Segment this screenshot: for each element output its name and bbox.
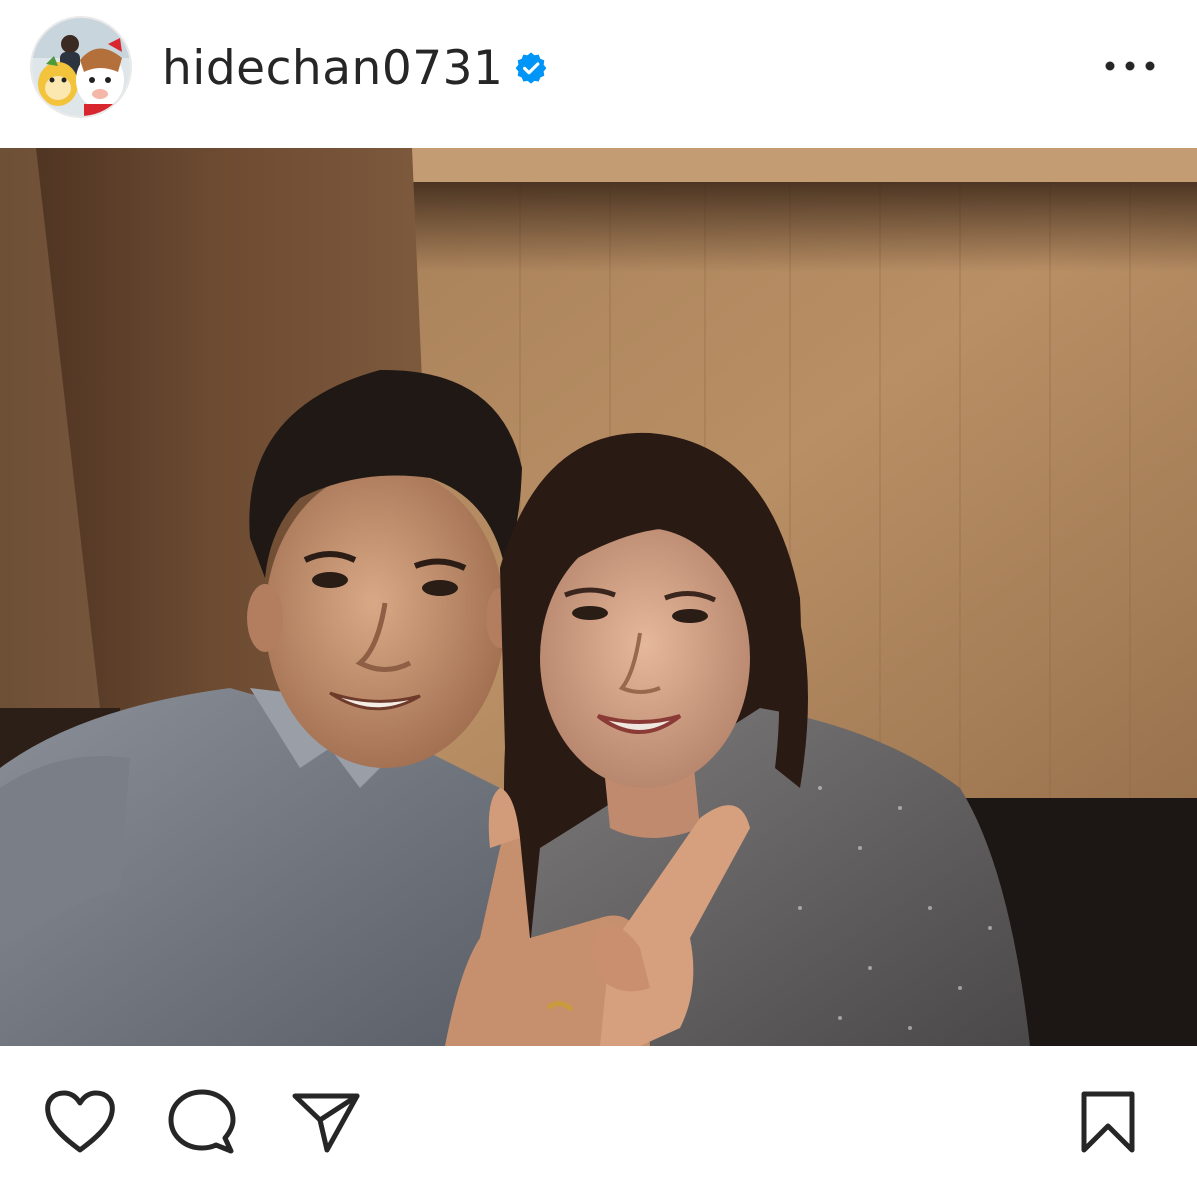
- profile-avatar[interactable]: [32, 18, 130, 116]
- more-options-button[interactable]: [1098, 48, 1162, 84]
- avatar-image: [32, 18, 130, 116]
- post-action-bar: [0, 1046, 1197, 1200]
- username-link[interactable]: hidechan0731: [162, 45, 503, 92]
- share-button[interactable]: [286, 1082, 366, 1162]
- photo-image: [0, 148, 1197, 1046]
- heart-icon: [45, 1090, 115, 1153]
- comment-bubble-icon: [168, 1089, 236, 1154]
- username-row: hidechan0731: [162, 36, 547, 100]
- bookmark-icon: [1081, 1091, 1135, 1153]
- verified-badge-icon: [515, 52, 547, 84]
- post-photo[interactable]: [0, 148, 1197, 1046]
- comment-button[interactable]: [162, 1082, 242, 1162]
- more-options-icon: [1105, 61, 1155, 71]
- post-header: hidechan0731: [0, 0, 1197, 148]
- paper-plane-icon: [292, 1093, 360, 1153]
- like-button[interactable]: [40, 1082, 120, 1162]
- save-button[interactable]: [1068, 1082, 1148, 1162]
